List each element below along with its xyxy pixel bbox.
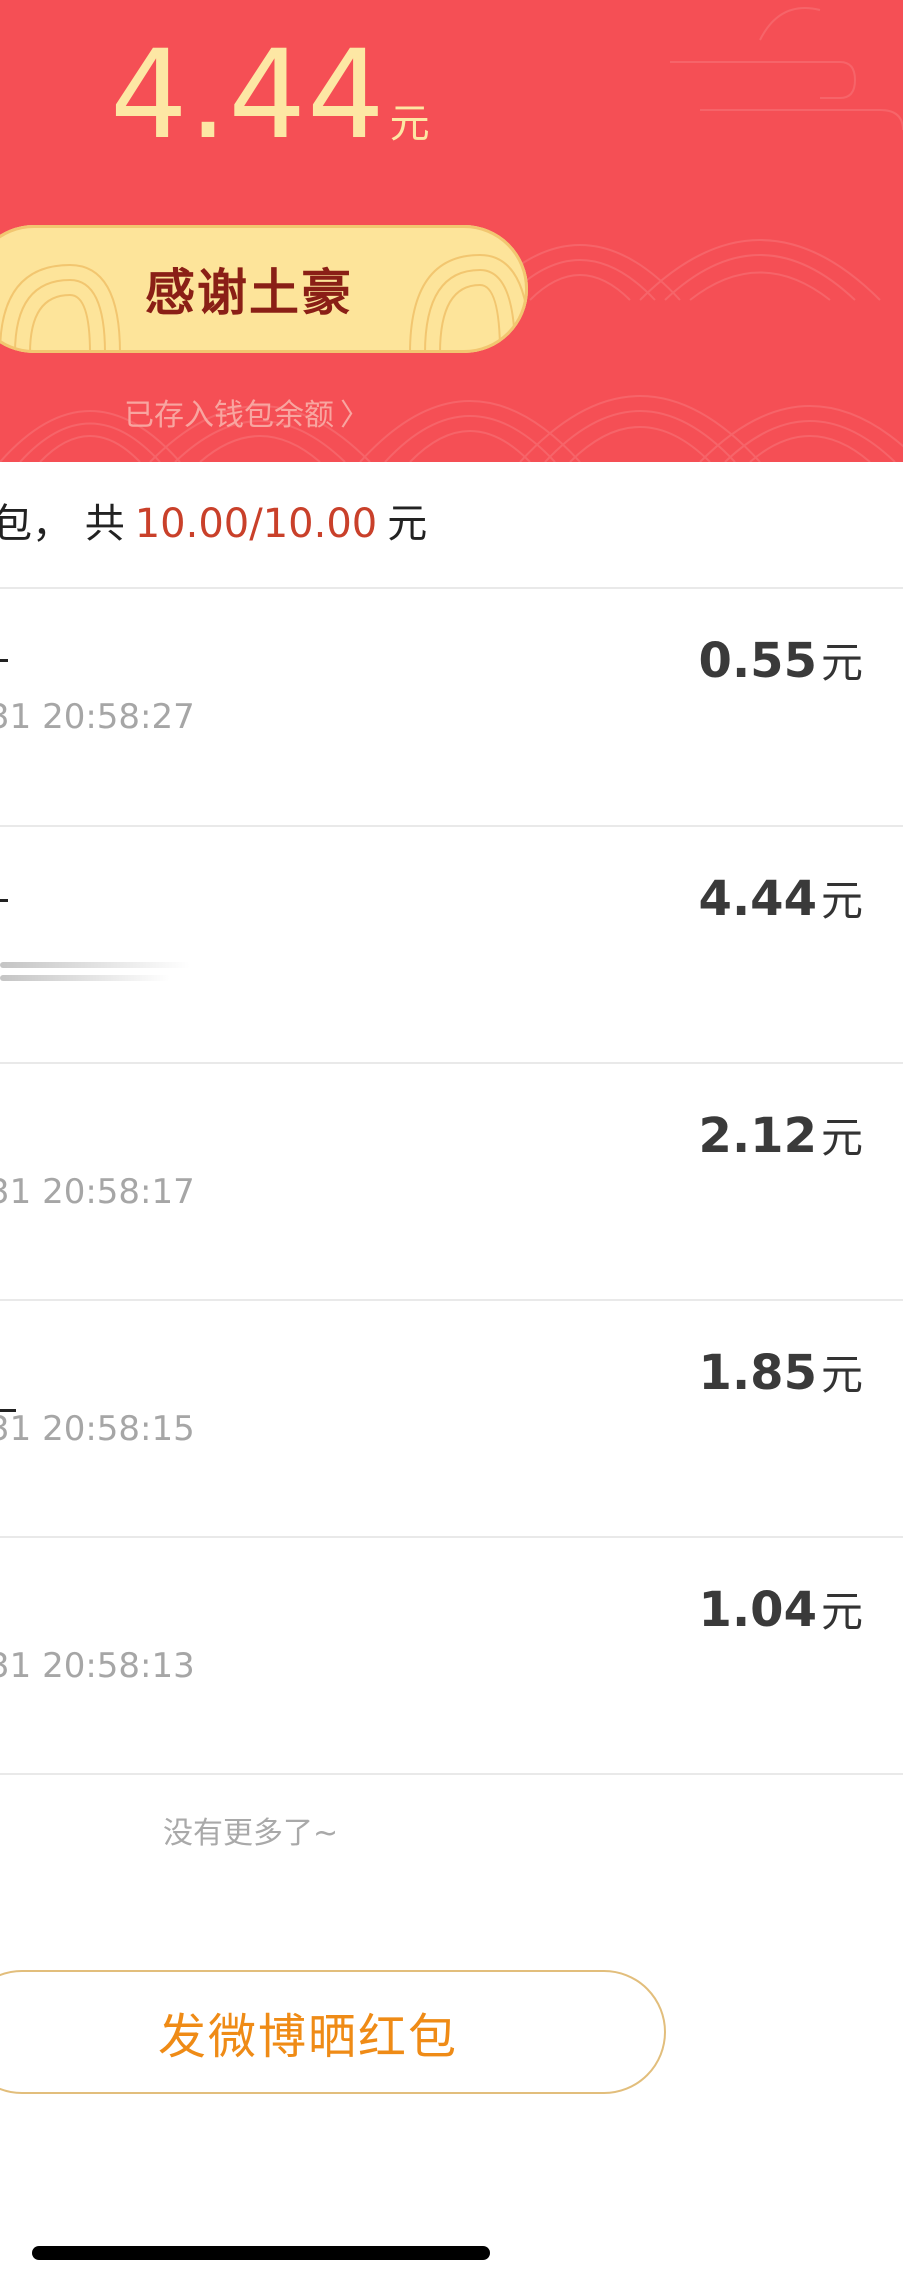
received-amount: 4.44 元 — [110, 30, 430, 160]
wallet-balance-label: 已存入钱包余额 — [124, 398, 334, 433]
summary-unit: 元 — [387, 501, 428, 547]
received-amount-value: 4.44 — [110, 24, 386, 166]
record-time: 31 20:58:15 — [0, 1409, 195, 1449]
thanks-button[interactable]: 感谢土豪 — [0, 225, 528, 353]
name-truncated — [0, 659, 8, 662]
received-amount-unit: 元 — [389, 101, 430, 147]
divider — [0, 1773, 903, 1775]
record-amount-unit: 元 — [820, 1587, 863, 1636]
record-time: 31 20:58:27 — [0, 697, 195, 737]
wallet-balance-link[interactable]: 已存入钱包余额〉 — [124, 390, 370, 434]
blurred-text — [0, 962, 190, 968]
record-amount: 2.12元 — [699, 1104, 863, 1165]
record-time: 31 20:58:17 — [0, 1172, 195, 1212]
record-amount-value: 4.44 — [698, 871, 817, 927]
list-item: 31 20:58:27 0.55元 — [0, 589, 903, 825]
record-amount-unit: 元 — [820, 638, 863, 687]
red-envelope-header: 4.44 元 感谢土豪 已存入钱包余额〉 — [0, 0, 903, 462]
share-weibo-button[interactable]: 发微博晒红包 — [0, 1970, 666, 2094]
envelope-summary: 包， 共 10.00/10.00 元 — [0, 494, 427, 554]
record-amount: 1.85元 — [699, 1341, 863, 1402]
record-amount-unit: 元 — [820, 1113, 863, 1162]
record-amount: 4.44元 — [699, 867, 863, 928]
name-truncated — [0, 899, 8, 902]
list-item: 31 20:58:15 1.85元 — [0, 1301, 903, 1537]
thanks-button-label: 感谢土豪 — [145, 264, 353, 322]
record-amount-value: 2.12 — [698, 1108, 817, 1164]
chevron-right-icon: 〉 — [340, 398, 370, 433]
list-item: 4.44元 — [0, 827, 903, 1063]
list-item: 31 20:58:13 1.04元 — [0, 1538, 903, 1774]
share-weibo-label: 发微博晒红包 — [157, 2009, 458, 2065]
no-more-text: 没有更多了~ — [163, 1816, 339, 1851]
summary-prefix: 包， 共 — [0, 501, 125, 547]
record-amount-value: 1.85 — [698, 1345, 817, 1401]
record-amount: 0.55元 — [699, 629, 863, 690]
record-time: 31 20:58:13 — [0, 1646, 195, 1686]
record-amount-value: 1.04 — [698, 1582, 817, 1638]
record-amount-unit: 元 — [820, 876, 863, 925]
blurred-text — [0, 975, 170, 981]
record-amount-value: 0.55 — [698, 633, 817, 689]
record-amount-unit: 元 — [820, 1350, 863, 1399]
summary-total: 10.00/10.00 — [134, 501, 378, 547]
record-amount: 1.04元 — [699, 1578, 863, 1639]
list-item: 31 20:58:17 2.12元 — [0, 1064, 903, 1300]
home-indicator[interactable] — [32, 2246, 490, 2260]
